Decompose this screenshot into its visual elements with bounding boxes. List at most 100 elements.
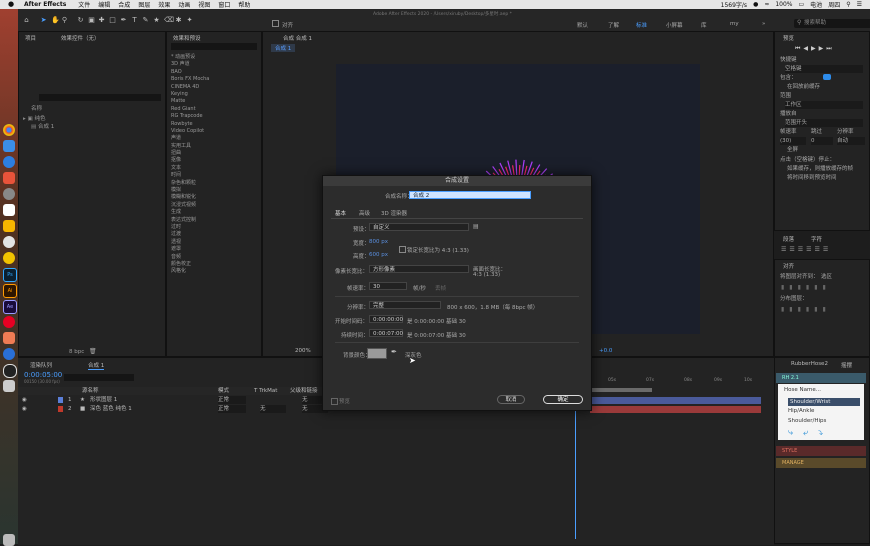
effect-category[interactable]: Red Giant xyxy=(171,106,261,113)
preview-label[interactable]: 预览 xyxy=(339,397,350,405)
sketch-icon[interactable] xyxy=(3,220,15,232)
effect-category[interactable]: RG Trapcode xyxy=(171,113,261,120)
home-icon[interactable]: ⌂ xyxy=(23,17,30,24)
calendar-icon[interactable] xyxy=(3,204,15,216)
tab-advanced[interactable]: 高级 xyxy=(359,209,370,217)
effect-category[interactable]: 杂色和颗粒 xyxy=(171,180,261,187)
lock-aspect-label[interactable]: 锁定长宽比为 4:3 (1.33) xyxy=(407,246,469,254)
effect-category[interactable]: 音频 xyxy=(171,254,261,261)
workspace-learn[interactable]: 了解 xyxy=(608,21,619,29)
fps-select[interactable]: (30) xyxy=(780,137,806,145)
workspace-small-screen[interactable]: 小屏幕 xyxy=(666,21,683,29)
effect-category[interactable]: 风格化 xyxy=(171,268,261,275)
app-menu[interactable]: After Effects xyxy=(24,1,66,8)
move-time-checkbox[interactable]: 将时间移到预览时间 xyxy=(787,174,837,182)
trash-icon[interactable] xyxy=(3,534,15,546)
eraser-tool-icon[interactable]: ⌫ xyxy=(164,17,174,24)
settings-icon[interactable] xyxy=(3,188,15,200)
effect-category[interactable]: 沉浸式视频 xyxy=(171,202,261,209)
finder-icon[interactable] xyxy=(3,140,15,152)
pixel-aspect-select[interactable]: 方形像素 xyxy=(369,265,469,273)
camera-tool-icon[interactable]: ▣ xyxy=(88,17,95,24)
tab-composition[interactable]: 合成 合成 1 xyxy=(283,34,312,42)
illustrator-icon[interactable]: Ai xyxy=(3,284,17,298)
rotate-tool-icon[interactable]: ↻ xyxy=(77,17,84,24)
rh-limb-icons[interactable]: ⤷⤶⤵ xyxy=(788,428,833,438)
workspace-default[interactable]: 默认 xyxy=(577,21,588,29)
effect-category[interactable]: Rowbyte xyxy=(171,121,261,128)
play-icon[interactable]: ▶ xyxy=(811,45,819,52)
col-trkmat[interactable]: T TrkMat xyxy=(254,387,277,395)
menu-view[interactable]: 视图 xyxy=(198,0,210,9)
paragraph-align-icons[interactable]: ☰☰☰☰☰☰ xyxy=(781,246,831,253)
preview-panel-title[interactable]: 预览 xyxy=(783,34,794,42)
effect-category[interactable]: CINEMA 4D xyxy=(171,84,261,91)
app-icon-3[interactable] xyxy=(3,348,15,360)
workspace-standard[interactable]: 标准 xyxy=(636,21,647,29)
resolution-select[interactable]: 完整 xyxy=(369,301,441,309)
layer-trkmat[interactable]: 无 xyxy=(260,405,286,413)
tab-render-queue[interactable]: 渲染队列 xyxy=(30,361,52,369)
effect-category[interactable]: 文本 xyxy=(171,165,261,172)
skip-select[interactable]: 0 xyxy=(811,137,833,145)
shape-tool-icon[interactable]: □ xyxy=(109,17,116,24)
puppet-tool-icon[interactable]: ✦ xyxy=(186,17,193,24)
comp-name-input[interactable]: 合成 2 xyxy=(409,191,531,199)
rh-item-hip-ankle[interactable]: Hip/Ankle xyxy=(788,407,814,415)
bpc-label[interactable]: 8 bpc xyxy=(69,348,84,356)
workspace-my[interactable]: my xyxy=(730,21,739,27)
pan-behind-tool-icon[interactable]: ✚ xyxy=(98,17,105,24)
chrome-canary-icon[interactable] xyxy=(3,252,15,264)
work-area-bar[interactable] xyxy=(590,388,652,392)
pen-tool-icon[interactable]: ✒ xyxy=(120,17,127,24)
col-source-name[interactable]: 源名称 xyxy=(82,387,99,395)
menu-composition[interactable]: 合成 xyxy=(118,0,130,9)
workspace-overflow-icon[interactable]: » xyxy=(762,21,765,27)
rh-manage-button[interactable]: MANAGE xyxy=(776,458,866,468)
effect-category[interactable]: 时间 xyxy=(171,172,261,179)
play-from-select[interactable]: 范围开头 xyxy=(785,119,863,127)
tab-3d-renderer[interactable]: 3D 渲染器 xyxy=(381,209,407,217)
start-timecode-input[interactable]: 0:00:00:00 xyxy=(369,315,403,323)
fps-select[interactable]: 30 xyxy=(369,282,407,290)
photoshop-icon[interactable]: Ps xyxy=(3,268,17,282)
effect-category[interactable]: Video Copilot xyxy=(171,128,261,135)
ok-button[interactable]: 确定 xyxy=(543,395,583,404)
effect-category[interactable]: Matte xyxy=(171,98,261,105)
align-to-select[interactable]: 选区 xyxy=(821,273,832,281)
resolution-select[interactable]: 自动 xyxy=(837,137,865,145)
menu-help[interactable]: 帮助 xyxy=(238,0,250,9)
col-parent[interactable]: 父级和链接 xyxy=(290,387,318,395)
effect-category[interactable]: 模糊和锐化 xyxy=(171,194,261,201)
trash-small-icon[interactable]: 🗑 xyxy=(89,348,97,355)
search-icon[interactable]: ⚲ xyxy=(846,1,850,8)
layer-mode[interactable]: 正常 xyxy=(218,396,246,404)
selection-tool-icon[interactable]: ➤ xyxy=(40,17,47,24)
include-video-icon[interactable] xyxy=(823,74,831,80)
fullscreen-checkbox[interactable]: 全屏 xyxy=(787,146,798,154)
layer-bar-1[interactable] xyxy=(590,397,761,404)
timeline-search-input[interactable] xyxy=(64,374,134,381)
effect-category[interactable]: Keying xyxy=(171,91,261,98)
col-mode[interactable]: 模式 xyxy=(218,387,229,395)
workspace-library[interactable]: 库 xyxy=(701,21,707,29)
effects-panel-title[interactable]: 效果和预设 xyxy=(173,34,201,42)
effect-category[interactable]: 表达式控制 xyxy=(171,217,261,224)
lock-aspect-checkbox[interactable] xyxy=(399,246,406,253)
visibility-icon[interactable]: ◉ xyxy=(22,396,27,404)
tab-project[interactable]: 项目 xyxy=(25,34,36,42)
menu-file[interactable]: 文件 xyxy=(78,0,90,9)
eyedropper-icon[interactable]: ✒ xyxy=(391,348,397,356)
app-icon-4[interactable] xyxy=(3,380,15,392)
distribute-buttons[interactable]: ▮▮▮▮▮▮ xyxy=(781,306,831,313)
safari-icon[interactable] xyxy=(3,156,15,168)
menu-layer[interactable]: 图层 xyxy=(138,0,150,9)
search-help-input[interactable]: 搜索帮助 xyxy=(794,19,870,28)
type-tool-icon[interactable]: T xyxy=(131,17,138,24)
effect-category[interactable]: 3D 声道 xyxy=(171,61,261,68)
chrome-icon-2[interactable] xyxy=(3,236,15,248)
effect-category[interactable]: 抠像 xyxy=(171,157,261,164)
layer-name[interactable]: 深色 蓝色 纯色 1 xyxy=(90,405,132,413)
wifi-icon[interactable]: ≈ xyxy=(764,1,769,8)
clock-icon[interactable] xyxy=(3,364,17,378)
